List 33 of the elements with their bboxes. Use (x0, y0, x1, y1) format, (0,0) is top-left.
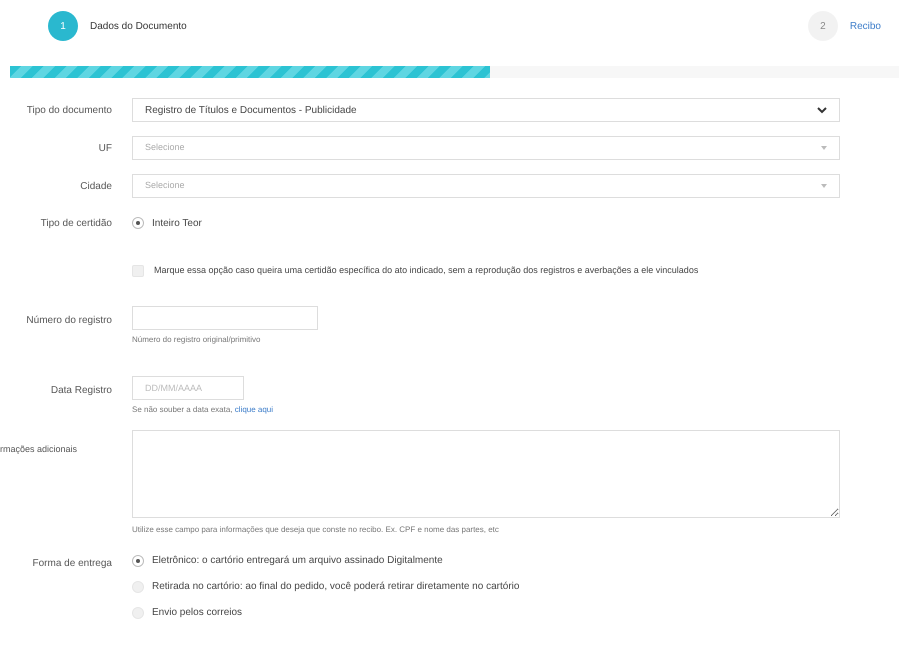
select-field[interactable]: Selecione (132, 136, 840, 160)
step-number: 2 (808, 11, 838, 41)
field-label: Cidade (80, 180, 112, 194)
additional-info-field[interactable] (132, 430, 840, 518)
radio-button[interactable] (132, 217, 144, 229)
chevron-down-icon (817, 106, 827, 114)
field-label: Tipo de certidão (40, 216, 112, 230)
help-text: Utilize esse campo para informações que deseja que conste no recibo. Ex. CPF e nome das partes, etc (132, 524, 500, 536)
step-label[interactable]: Recibo (850, 18, 881, 34)
radio-label: Inteiro Teor (152, 216, 202, 230)
document-type-select[interactable]: Registro de Títulos e Documentos - Publicidade (132, 98, 840, 122)
caret-icon (821, 184, 827, 188)
field-label: Data Registro (50, 384, 112, 398)
radio-button[interactable] (132, 554, 144, 566)
select-field[interactable]: Selecione (132, 174, 840, 198)
field-label: Número do registro (26, 314, 112, 328)
field-label: Tipo do documento (26, 104, 112, 118)
date-field[interactable]: DD/MM/AAAA (132, 376, 244, 400)
step-number: 1 (48, 11, 78, 41)
checkbox[interactable] (132, 264, 144, 277)
registry-number-field[interactable] (132, 306, 318, 330)
caret-icon (821, 146, 827, 150)
radio-label: Eletrônico: o cartório entregará um arquivo assinado Digitalmente (152, 554, 443, 568)
field-label: UF (98, 142, 112, 156)
field-label: Forma de entrega (32, 556, 112, 570)
checkbox-label: Marque essa opção caso queira uma certidão específica do ato indicado, sem a reprodução dos registros e averbações a ele vinculados (154, 264, 698, 277)
click-here-link[interactable]: clique aqui (234, 404, 274, 414)
help-text: Número do registro original/primitivo (132, 334, 262, 346)
step-label[interactable]: Dados do Documento (90, 18, 187, 34)
radio-label: Retirada no cartório: ao final do pedido, você poderá retirar diretamente no cartório (152, 580, 520, 594)
field-label: rmações adicionais (0, 444, 78, 454)
radio-label: Envio pelos correios (152, 606, 242, 620)
help-text: Se não souber a data exata, clique aqui (132, 404, 274, 416)
